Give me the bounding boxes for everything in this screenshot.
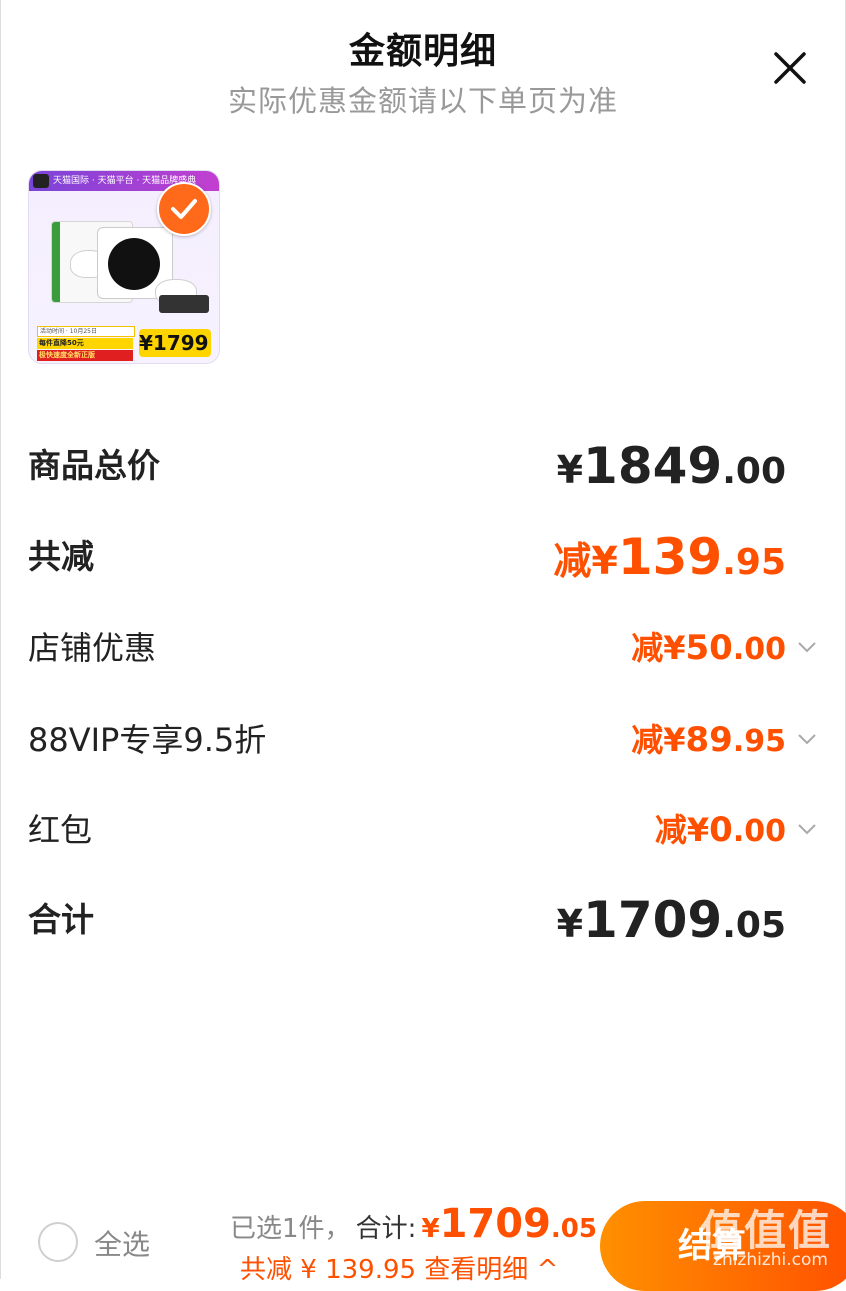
check-icon: [171, 199, 197, 219]
row-store-discount[interactable]: 店铺优惠 减¥50.00: [0, 618, 846, 678]
grand-total-amount: ¥1709.05: [556, 891, 786, 949]
thumbnail-strip-date: 活动时间 · 10月25日: [37, 326, 135, 337]
store-discount-label: 店铺优惠: [28, 629, 157, 667]
footer-total-int: 1709: [439, 1201, 551, 1247]
select-all-label[interactable]: 全选: [94, 1223, 150, 1263]
thumbnail-price: ¥1799: [139, 329, 211, 357]
close-icon: [774, 52, 806, 84]
watermark-logo: 值值值: [699, 1206, 832, 1255]
sheet-subtitle: 实际优惠金额请以下单页为准: [227, 84, 618, 118]
store-discount-amount: 减¥50.00: [631, 628, 786, 668]
gift-tag-art: [159, 295, 209, 313]
footer-total-yen: ¥: [421, 1214, 440, 1244]
selected-count: 已选1件，: [230, 1214, 351, 1244]
row-total-discount: 共减 减¥139.95: [0, 527, 846, 587]
row-vip-discount[interactable]: 88VIP专享9.5折 减¥89.95: [0, 710, 846, 770]
sheet-title: 金额明细: [348, 31, 497, 72]
total-price-label: 商品总价: [28, 446, 160, 485]
view-details-link[interactable]: 共减 ¥ 139.95 查看明细 ^: [240, 1249, 558, 1286]
thumbnail-strip-tagline: 极快速度全新正版: [37, 350, 133, 361]
close-button[interactable]: [766, 44, 814, 92]
row-grand-total: 合计 ¥1709.05: [0, 890, 846, 950]
red-packet-amount: 减¥0.00: [654, 810, 786, 850]
thumbnail-strip-promo: 每件直降50元: [37, 338, 133, 349]
selected-check-badge[interactable]: [157, 182, 211, 236]
total-discount-label: 共减: [28, 537, 94, 576]
grand-total-label: 合计: [28, 900, 94, 939]
total-discount-amount: 减¥139.95: [553, 528, 786, 586]
chevron-down-icon[interactable]: [796, 636, 818, 658]
row-total-price: 商品总价 ¥1849.00: [0, 436, 846, 496]
vip-discount-label: 88VIP专享9.5折: [28, 721, 267, 759]
total-price-amount: ¥1849.00: [556, 437, 786, 495]
vip-discount-amount: 减¥89.95: [631, 720, 786, 760]
footer-total-dec: .05: [550, 1214, 597, 1244]
select-all-radio[interactable]: [38, 1222, 78, 1262]
footer-summary: 已选1件， 合计: ¥1709.05: [230, 1201, 597, 1247]
footer-total-label: 合计:: [355, 1214, 417, 1244]
watermark-url: zhizhizhi.com: [713, 1250, 828, 1270]
chevron-down-icon[interactable]: [796, 818, 818, 840]
chevron-down-icon[interactable]: [796, 728, 818, 750]
tmall-cat-logo: [33, 174, 49, 188]
red-packet-label: 红包: [28, 811, 93, 849]
row-red-packet[interactable]: 红包 减¥0.00: [0, 800, 846, 860]
